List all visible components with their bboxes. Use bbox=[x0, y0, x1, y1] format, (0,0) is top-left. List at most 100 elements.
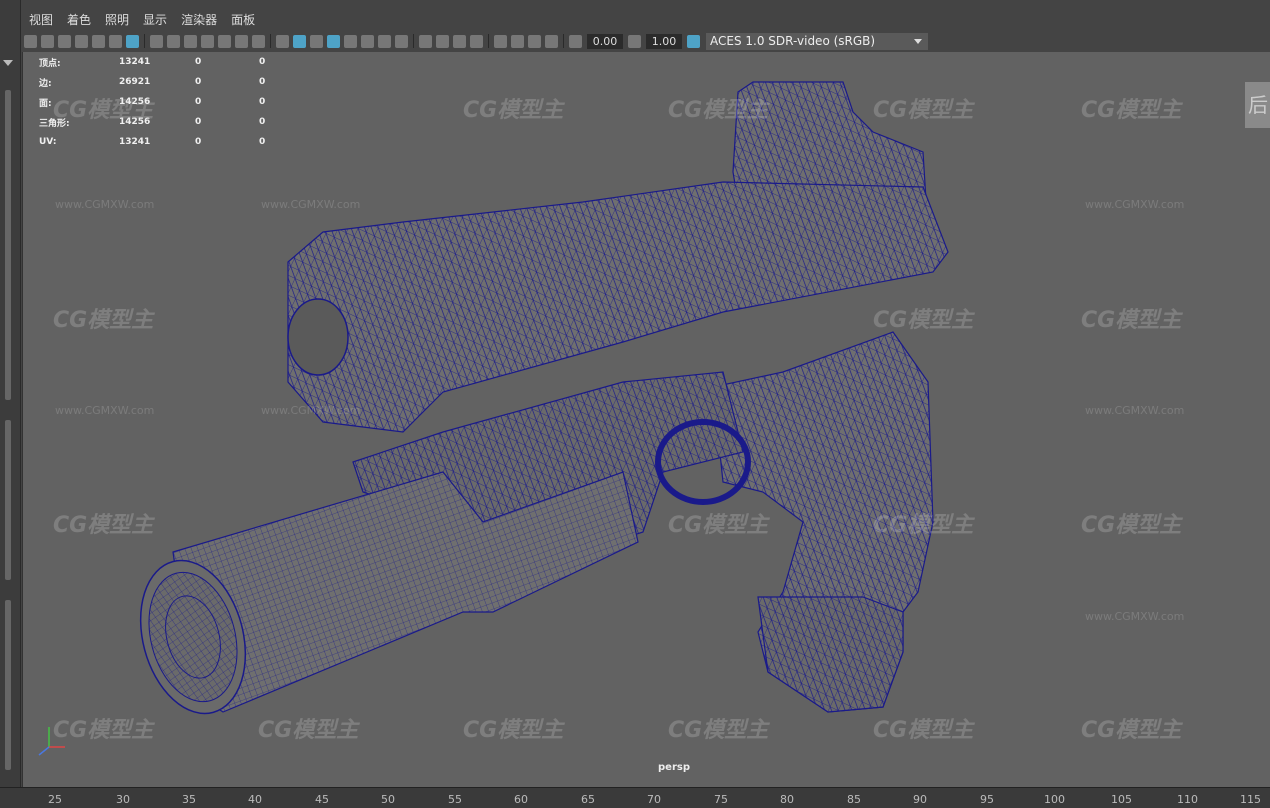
left-scrollbar-bottom[interactable] bbox=[5, 600, 11, 770]
gamma-field[interactable]: 1.00 bbox=[646, 33, 682, 49]
hud-value: 0 bbox=[195, 57, 202, 67]
depth-of-field-icon[interactable] bbox=[470, 34, 483, 48]
poly-count-hud: 顶点: 13241 0 0 边: 26921 0 0 面: 14256 0 0 三角形: 14256… bbox=[39, 52, 299, 152]
hud-label: 顶点: bbox=[39, 58, 61, 69]
3d-viewport[interactable]: CG模型主 CG模型主 CG模型主 CG模型主 CG模型主 CG模型主 CG模型… bbox=[22, 52, 1270, 787]
watermark-logo: CG模型主 bbox=[1081, 718, 1182, 743]
timeline-tick: 35 bbox=[182, 793, 196, 806]
hud-label: UV: bbox=[39, 137, 57, 147]
color-space-dropdown[interactable]: ACES 1.0 SDR-video (sRGB) bbox=[706, 32, 928, 50]
hud-value: 0 bbox=[195, 137, 202, 147]
shadows-icon[interactable] bbox=[395, 34, 408, 48]
hud-value: 0 bbox=[259, 97, 266, 107]
timeline-tick: 50 bbox=[381, 793, 395, 806]
watermark-logo: CG模型主 bbox=[873, 718, 974, 743]
left-scrollbar-lower[interactable] bbox=[5, 420, 11, 580]
hud-value: 0 bbox=[259, 117, 266, 127]
timeline-tick: 70 bbox=[647, 793, 661, 806]
panel-toolbar: 0.00 1.00 ACES 1.0 SDR-video (sRGB) bbox=[22, 30, 1270, 53]
default-material-icon[interactable] bbox=[310, 34, 323, 48]
2d-pan-zoom-icon[interactable] bbox=[109, 34, 122, 48]
safe-title-icon[interactable] bbox=[252, 34, 265, 48]
hud-value: 0 bbox=[195, 117, 202, 127]
exposure-icon[interactable] bbox=[569, 34, 582, 48]
gate-mask-icon[interactable] bbox=[201, 34, 214, 48]
camera-select-icon[interactable] bbox=[24, 34, 37, 48]
watermark-logo: CG模型主 bbox=[873, 98, 974, 123]
ambient-occlusion-icon[interactable] bbox=[419, 34, 432, 48]
motion-blur-icon[interactable] bbox=[436, 34, 449, 48]
timeline-tick: 90 bbox=[913, 793, 927, 806]
toolbar-separator bbox=[270, 34, 271, 48]
collapse-triangle-icon[interactable] bbox=[3, 60, 13, 66]
watermark-logo: CG模型主 bbox=[668, 513, 769, 538]
watermark-url: www.CGMXW.com bbox=[261, 198, 361, 211]
hud-row-edges: 边: 26921 0 0 bbox=[39, 72, 299, 92]
smooth-shade-icon[interactable] bbox=[293, 34, 306, 48]
watermark-logo: CG模型主 bbox=[463, 718, 564, 743]
watermark-url: www.CGMXW.com bbox=[55, 404, 155, 417]
field-chart-icon[interactable] bbox=[218, 34, 231, 48]
bookmark-add-icon[interactable] bbox=[75, 34, 88, 48]
hud-value: 0 bbox=[259, 77, 266, 87]
textured-icon[interactable] bbox=[361, 34, 374, 48]
safe-action-icon[interactable] bbox=[235, 34, 248, 48]
exposure-field[interactable]: 0.00 bbox=[587, 33, 623, 49]
hud-value: 14256 bbox=[119, 117, 151, 127]
camera-attributes-icon[interactable] bbox=[41, 34, 54, 48]
watermark-url: www.CGMXW.com bbox=[261, 404, 361, 417]
watermark-logo: CG模型主 bbox=[1081, 98, 1182, 123]
menu-shading[interactable]: 着色 bbox=[67, 11, 91, 28]
resolution-gate-icon[interactable] bbox=[184, 34, 197, 48]
grease-pencil-icon[interactable] bbox=[126, 34, 139, 48]
xray-joints-icon[interactable] bbox=[511, 34, 524, 48]
menu-lighting[interactable]: 照明 bbox=[105, 11, 129, 28]
hud-value: 0 bbox=[195, 97, 202, 107]
hud-value: 13241 bbox=[119, 137, 151, 147]
pistol-mesh bbox=[139, 81, 949, 715]
watermark-url: www.CGMXW.com bbox=[55, 198, 155, 211]
watermark-logo: CG模型主 bbox=[1081, 308, 1182, 333]
left-scrollbar[interactable] bbox=[5, 90, 11, 400]
timeline-tick: 45 bbox=[315, 793, 329, 806]
film-gate-icon[interactable] bbox=[167, 34, 180, 48]
watermark-logo: CG模型主 bbox=[668, 718, 769, 743]
hud-row-vertices: 顶点: 13241 0 0 bbox=[39, 52, 299, 72]
menu-show[interactable]: 显示 bbox=[143, 11, 167, 28]
wireframe-icon[interactable] bbox=[276, 34, 289, 48]
color-management-icon[interactable] bbox=[687, 34, 700, 48]
watermark-url: www.CGMXW.com bbox=[1085, 198, 1185, 211]
toolbar-separator bbox=[413, 34, 414, 48]
timeline-tick: 60 bbox=[514, 793, 528, 806]
timeline-tick: 80 bbox=[780, 793, 794, 806]
watermark-logo: CG模型主 bbox=[873, 308, 974, 333]
xray-icon[interactable] bbox=[344, 34, 357, 48]
isolate-select-icon[interactable] bbox=[494, 34, 507, 48]
timeline-tick: 75 bbox=[714, 793, 728, 806]
xray-active-icon[interactable] bbox=[528, 34, 541, 48]
panel-menubar: 视图 着色 照明 显示 渲染器 面板 bbox=[22, 8, 1270, 30]
watermark-logo: CG模型主 bbox=[53, 513, 154, 538]
gamma-icon[interactable] bbox=[628, 34, 641, 48]
timeline-tick: 105 bbox=[1111, 793, 1132, 806]
color-space-value: ACES 1.0 SDR-video (sRGB) bbox=[710, 33, 876, 48]
watermark-logo: CG模型主 bbox=[873, 513, 974, 538]
timeline-ruler[interactable]: 25 30 35 40 45 50 55 60 65 70 75 80 85 9… bbox=[0, 787, 1270, 808]
grid-icon[interactable] bbox=[150, 34, 163, 48]
menu-panels[interactable]: 面板 bbox=[231, 11, 255, 28]
watermark-logo: CG模型主 bbox=[53, 718, 154, 743]
image-plane-icon[interactable] bbox=[92, 34, 105, 48]
watermark-logo: CG模型主 bbox=[668, 98, 769, 123]
menu-view[interactable]: 视图 bbox=[29, 11, 53, 28]
anti-aliasing-icon[interactable] bbox=[453, 34, 466, 48]
timeline-tick: 100 bbox=[1044, 793, 1065, 806]
backface-culling-icon[interactable] bbox=[545, 34, 558, 48]
hud-row-faces: 面: 14256 0 0 bbox=[39, 92, 299, 112]
bookmark-icon[interactable] bbox=[58, 34, 71, 48]
hud-value: 13241 bbox=[119, 57, 151, 67]
hud-label: 三角形: bbox=[39, 118, 70, 129]
view-cube[interactable]: 后 bbox=[1245, 82, 1270, 128]
wireframe-on-shaded-icon[interactable] bbox=[327, 34, 340, 48]
lights-icon[interactable] bbox=[378, 34, 391, 48]
menu-renderer[interactable]: 渲染器 bbox=[181, 11, 217, 28]
